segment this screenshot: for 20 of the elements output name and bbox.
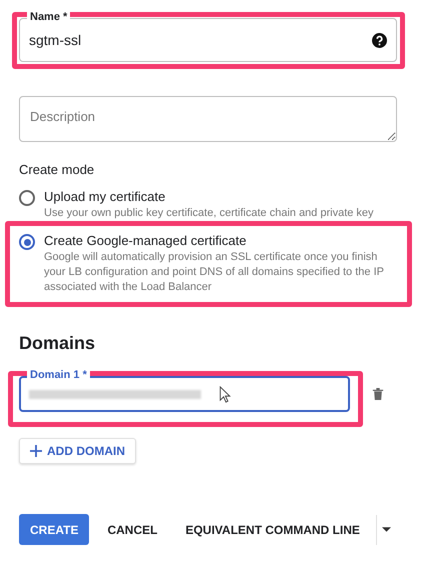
- section-label: Create mode: [19, 162, 96, 177]
- option-label[interactable]: Upload my certificate: [44, 189, 396, 204]
- trash-icon[interactable]: [372, 387, 384, 401]
- name-field[interactable]: Name * sgtm-ssl: [19, 10, 397, 62]
- description-field[interactable]: Description: [19, 96, 397, 142]
- domain-field[interactable]: Domain 1 *: [19, 368, 350, 412]
- field-value: sgtm-ssl: [29, 32, 82, 48]
- cancel-button[interactable]: CANCEL: [97, 522, 168, 536]
- command-line-button[interactable]: EQUIVALENT COMMAND LINE: [175, 522, 370, 536]
- plus-icon: [30, 445, 42, 457]
- help-icon[interactable]: [372, 32, 387, 48]
- section-title: Domains: [19, 333, 96, 354]
- option-description: Use your own public key certificate, certificate chain and private key: [44, 206, 375, 221]
- add-domain-button[interactable]: ADD DOMAIN: [19, 438, 136, 464]
- radio-button[interactable]: [19, 234, 35, 250]
- cursor-icon: [219, 386, 231, 403]
- radio-button[interactable]: [19, 190, 35, 206]
- option-description: Google will automatically provision an SSL certificate once you finish your LB configuration and point DNS of all domains specified to the IP associated with the Load Balancer: [44, 250, 385, 295]
- option-label[interactable]: Create Google-managed certificate: [44, 233, 396, 248]
- create-button[interactable]: CREATE: [19, 514, 90, 545]
